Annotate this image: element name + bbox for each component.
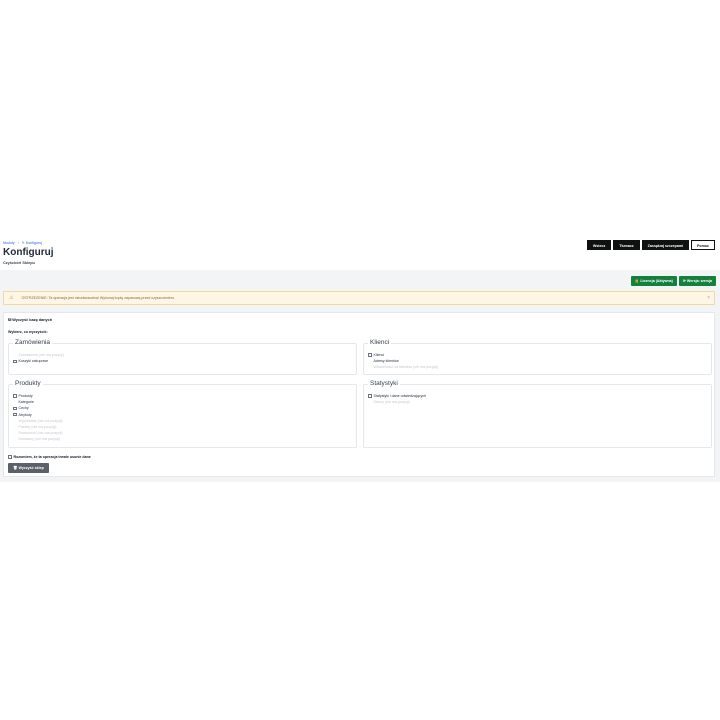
option-label: Dostawcy (nie ma pozycji) (18, 437, 61, 442)
group-stats: Statystyki Statystyki i dane odwiedzając… (363, 380, 712, 448)
clean-shop-label: Wyczyść sklep (18, 466, 44, 470)
translate-button[interactable]: Tłumacz (613, 240, 640, 250)
refresh-icon: ⟳ (682, 279, 686, 283)
option-label: Statystyki i dane odwiedzających (373, 394, 427, 399)
module-config-page: Moduły › ✎ Konfiguruj Konfiguruj Czyścic… (0, 240, 720, 482)
panel-title: ⛁ Wyczyść bazę danych (8, 317, 52, 322)
version-label: Wersja: wersja (686, 279, 712, 283)
option-label: Wyprzedaż (nie ma pozycji) (18, 418, 63, 423)
option-label: Zamówienia (nie ma pozycji) (18, 353, 65, 358)
confirm-label: Rozumiem, że ta operacja trwale usunie d… (13, 455, 91, 459)
close-icon[interactable]: × (707, 295, 710, 301)
option-customers-2: Wiadomości od klientów (nie ma pozycji) (368, 364, 439, 370)
version-button[interactable]: ⟳ Wersja: wersja (678, 276, 716, 286)
products-options: Produkty Kategorie Cechy Atrybuty Wyprzedaż … (13, 393, 63, 443)
breadcrumb-separator: › (17, 241, 19, 245)
checkbox[interactable] (13, 406, 17, 411)
option-label: Produkty (18, 394, 33, 399)
option-label: Atrybuty (18, 412, 32, 417)
option-label: Cechy (18, 406, 29, 411)
checkbox[interactable] (13, 359, 17, 364)
license-button[interactable]: 🔒 Licencja (Aktywna) (630, 276, 677, 286)
warning-text: OSTRZEŻENIE: Ta operacja jest nieodwraca… (21, 296, 175, 300)
breadcrumb-current[interactable]: ✎ Konfiguruj (22, 241, 42, 245)
choose-label: Wybierz, co wyczyścić: (8, 330, 48, 334)
database-icon: ⛁ (8, 318, 12, 322)
group-customers: Klienci Klienci Adresy klientów Wiadomości… (363, 339, 712, 375)
option-label: Strony (nie ma pozycji) (373, 400, 411, 405)
group-stats-title: Statystyki (370, 380, 398, 387)
option-label: Wiadomości od klientów (nie ma pozycji) (373, 365, 439, 370)
warning-icon: ⚠ (9, 295, 14, 301)
help-button[interactable]: Pomoc (691, 240, 715, 250)
option-label: Producenci (nie ma pozycji) (18, 431, 63, 436)
warning-alert: ⚠ OSTRZEŻENIE: Ta operacja jest nieodwra… (3, 291, 715, 305)
option-orders-1[interactable]: Koszyki zakupowe (13, 358, 64, 364)
stats-options: Statystyki i dane odwiedzających Strony (… (368, 393, 426, 405)
option-label: Pakiety (nie ma pozycji) (18, 425, 57, 430)
breadcrumb-modules-link[interactable]: Moduły (3, 241, 15, 245)
option-label: Koszyki zakupowe (18, 359, 49, 364)
group-products-title: Produkty (15, 380, 41, 387)
content-area: 🔒 Licencja (Aktywna) ⟳ Wersja: wersja ⚠ … (0, 270, 720, 482)
option-label: Adresy klientów (373, 359, 399, 364)
checkbox[interactable] (13, 394, 17, 398)
group-products: Produkty Produkty Kategorie Cechy Atrybuty W… (8, 380, 357, 448)
license-label: Licencja (Aktywna) (640, 279, 673, 283)
page-title: Konfiguruj (3, 247, 54, 258)
option-label: Klienci (373, 353, 385, 358)
checkbox[interactable] (8, 455, 12, 459)
customers-options: Klienci Adresy klientów Wiadomości od klie… (368, 352, 438, 371)
option-label: Kategorie (18, 400, 34, 405)
trash-icon: 🗑 (13, 466, 18, 470)
option-products-7: Dostawcy (nie ma pozycji) (13, 436, 63, 442)
action-buttons: 🔒 Licencja (Aktywna) ⟳ Wersja: wersja (630, 276, 716, 286)
manage-hooks-button[interactable]: Zarządzaj szczepami (641, 240, 690, 250)
page-subtitle: Czyściciel Sklepu (3, 261, 35, 265)
group-orders: Zamówienia Zamówienia (nie ma pozycji) Ko… (8, 339, 357, 375)
clean-database-panel: ⛁ Wyczyść bazę danych Wybierz, co wyczyś… (3, 312, 715, 477)
checkbox[interactable] (368, 353, 372, 357)
panel-title-label: Wyczyść bazę danych (12, 318, 53, 322)
group-orders-title: Zamówienia (15, 339, 51, 346)
breadcrumb-current-label: Konfiguruj (25, 241, 42, 245)
lock-icon: 🔒 (634, 279, 640, 283)
group-customers-title: Klienci (370, 339, 390, 346)
checkbox[interactable] (368, 394, 372, 398)
orders-options: Zamówienia (nie ma pozycji) Koszyki zakup… (13, 352, 64, 364)
confirm-checkbox[interactable]: Rozumiem, że ta operacja trwale usunie d… (8, 455, 91, 459)
edit-icon: ✎ (21, 241, 25, 245)
toolbar: Wstecz Tłumacz Zarządzaj szczepami Pomoc (586, 240, 715, 250)
option-stats-1: Strony (nie ma pozycji) (368, 399, 426, 405)
clean-shop-button[interactable]: 🗑 Wyczyść sklep (8, 463, 49, 473)
breadcrumb: Moduły › ✎ Konfiguruj (3, 241, 42, 245)
back-button[interactable]: Wstecz (586, 240, 612, 250)
checkbox[interactable] (13, 412, 17, 417)
